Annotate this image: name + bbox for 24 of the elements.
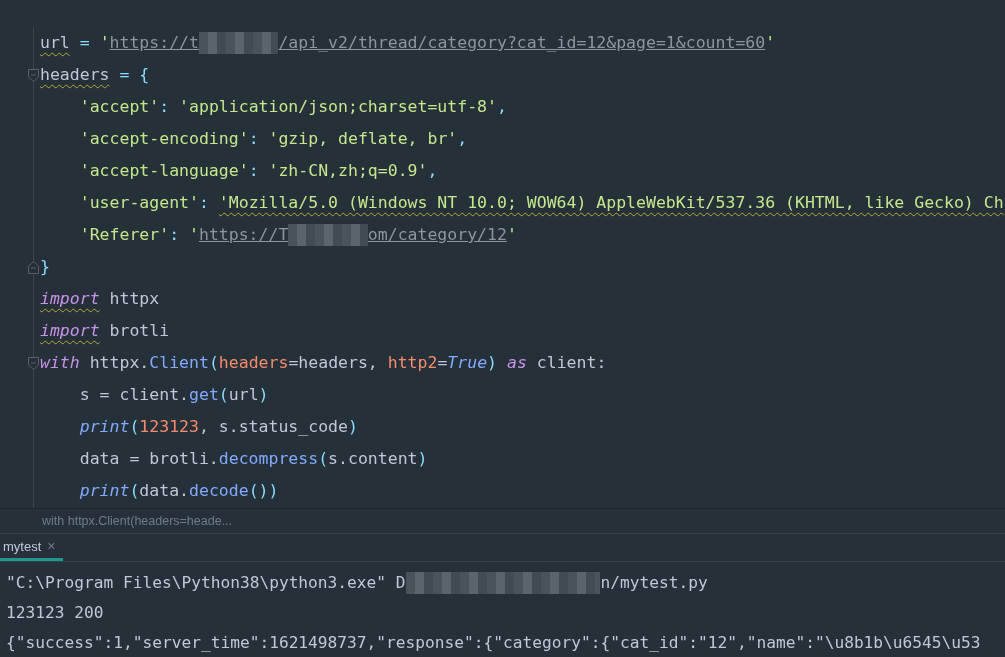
code-line: 'accept-language': 'zh-CN,zh;q=0.9', (79, 160, 438, 182)
console-line: {"success":1,"server_time":1621498737,"response":{"category":{"cat_id":"12","name":"\u8b1b\u6545\u53 (6, 632, 981, 654)
console-line: 123123 200 (6, 602, 104, 624)
code-line: import brotli (40, 320, 170, 342)
console-line: "C:\Program Files\Python38\python3.exe" D n/mytest.py (6, 572, 708, 594)
code-line: s = client.get(url) (79, 384, 269, 406)
code-line: import httpx (40, 288, 160, 310)
code-line: data = brotli.decompress(s.content) (79, 448, 428, 470)
code-line: headers = { (40, 64, 150, 86)
run-tab[interactable]: mytest × (0, 534, 64, 561)
fold-icon[interactable] (28, 357, 39, 370)
code-line: with httpx.Client(headers=headers, http2=True) as client: (40, 352, 607, 374)
code-line: print(data.decode()) (79, 480, 279, 502)
code-line: 'accept-encoding': 'gzip, deflate, br', (79, 128, 468, 150)
code-line: 'accept': 'application/json;charset=utf-8', (79, 96, 507, 118)
code-line: 'Referer': 'https://T om/category/12' (79, 224, 517, 246)
fold-icon[interactable] (28, 261, 39, 274)
close-icon[interactable]: × (47, 538, 56, 554)
fold-icon[interactable] (28, 69, 39, 82)
breadcrumb[interactable]: with httpx.Client(headers=heade... (42, 514, 233, 528)
code-line: url = 'https://t /api_v2/thread/category?cat_id=12&page=1&count=60' (40, 32, 776, 54)
code-line: 'user-agent': 'Mozilla/5.0 (Windows NT 10.0; WOW64) AppleWebKit/537.36 (KHTML, like Gecko) Ch (79, 192, 1004, 214)
code-line: print(123123, s.status_code) (79, 416, 358, 438)
code-line: } (40, 256, 50, 278)
